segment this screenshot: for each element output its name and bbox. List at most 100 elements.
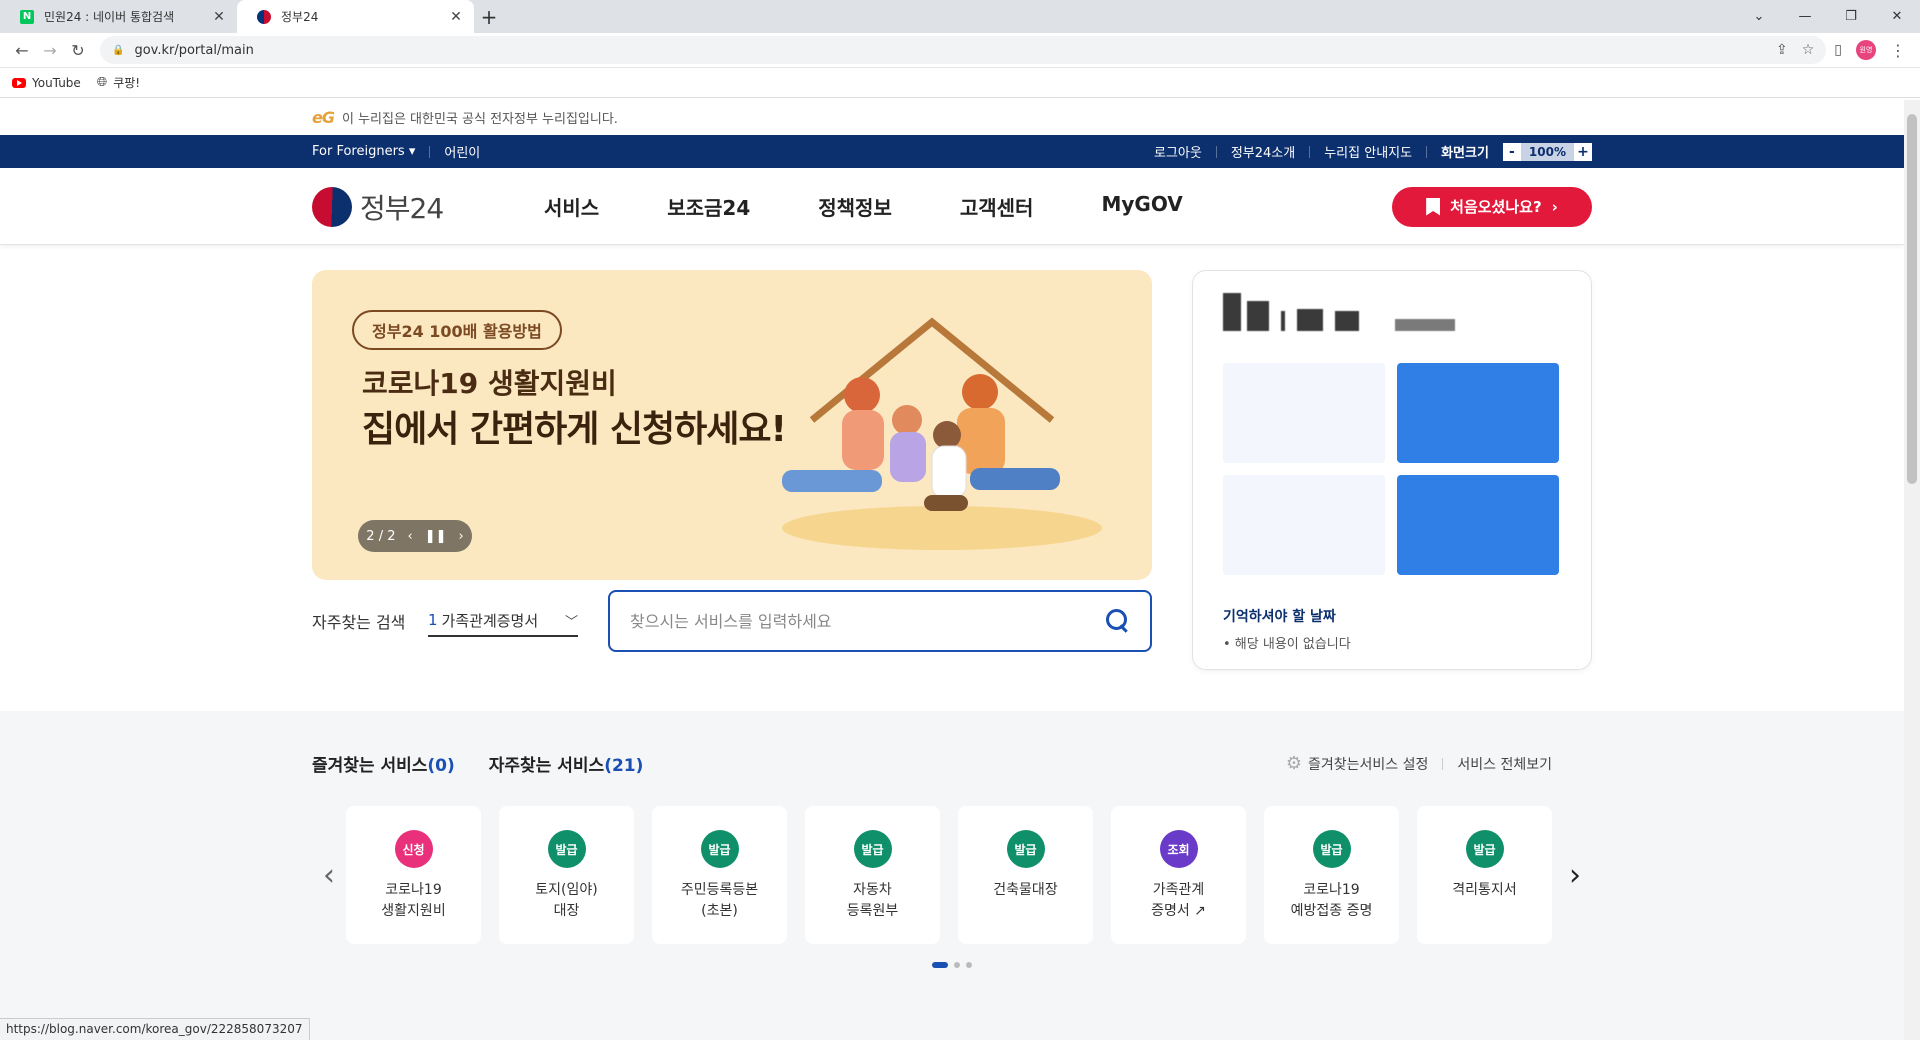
back-icon[interactable]: ← [8, 41, 36, 60]
family-illustration [782, 317, 1102, 550]
service-card[interactable]: 발급 주민등록등본 (초본) [652, 806, 787, 944]
service-card[interactable]: 발급 격리통지서 [1417, 806, 1552, 944]
divider [1426, 145, 1428, 158]
avatar[interactable]: 원영 [1856, 40, 1876, 60]
carousel-prev-button[interactable]: ‹ [312, 858, 346, 893]
sitemap-link[interactable]: 누리집 안내지도 [1324, 142, 1412, 161]
promo-banner[interactable]: 정부24 100배 활용방법 코로나19 생활지원비 집에서 간편하게 신청하세… [312, 270, 1152, 580]
service-card[interactable]: 조회가족관계 증명서 ↗ [1111, 806, 1246, 944]
divider [1309, 145, 1311, 158]
favorite-settings-link[interactable]: 즐겨찾는서비스 설정 [1308, 754, 1428, 774]
gov-icon [257, 9, 271, 24]
tab-title: 정부24 [281, 10, 319, 24]
url-field[interactable]: 🔒 gov.kr/portal/main ⇪ ☆ [100, 36, 1827, 64]
status-url: https://blog.naver.com/korea_gov/2228580… [0, 1018, 310, 1040]
kids-link[interactable]: 어린이 [444, 142, 480, 161]
tab-frequent-services[interactable]: 자주찾는 서비스(21) [489, 751, 644, 776]
banner-page-indicator: 2 / 2 [366, 528, 396, 544]
page-scrollbar[interactable] [1904, 100, 1920, 1040]
address-bar: ← → ↻ 🔒 gov.kr/portal/main ⇪ ☆ ▯ 원영 ⋮ [0, 33, 1920, 68]
service-card[interactable]: 발급 코로나19 예방접종 증명 [1264, 806, 1399, 944]
carousel-dots [312, 962, 1592, 968]
eg-logo: eG [312, 108, 335, 127]
side-panel-icon[interactable]: ▯ [1834, 42, 1842, 58]
banner-next-button[interactable]: › [458, 529, 463, 544]
tab-favorite-services[interactable]: 즐겨찾는 서비스(0) [312, 751, 455, 776]
restore-button[interactable]: ❐ [1828, 0, 1874, 33]
service-card[interactable]: 신청 코로나19 생활지원비 [346, 806, 481, 944]
quick-tile[interactable] [1397, 363, 1559, 463]
service-name: 가족관계 증명서 ↗ [1151, 882, 1206, 919]
bookmark-label: 쿠팡! [113, 76, 141, 90]
bookmark-coupang[interactable]: 🌐︎ 쿠팡! [97, 74, 140, 91]
for-foreigners-link[interactable]: For Foreigners ▾ [312, 144, 415, 159]
view-all-services-link[interactable]: 서비스 전체보기 [1457, 754, 1552, 774]
divider [1215, 145, 1217, 158]
browser-tabbar: N 민원24 : 네이버 통합검색 ✕ 정부24 ✕ + ⌄ — ❐ ✕ [0, 0, 1920, 33]
more-menu-icon[interactable]: ⋮ [1890, 41, 1906, 60]
zoom-control: - 100% + [1502, 142, 1592, 161]
search-input[interactable] [630, 611, 1106, 631]
utility-bar: For Foreigners ▾ 어린이 로그아웃 정부24소개 누리집 안내지… [0, 135, 1904, 168]
important-dates-title: 기억하셔야 할 날짜 [1223, 609, 1336, 625]
quick-tile[interactable] [1223, 363, 1385, 463]
service-card[interactable]: 발급 토지(임야) 대장 [499, 806, 634, 944]
close-window-button[interactable]: ✕ [1874, 0, 1920, 33]
bookmark-youtube[interactable]: YouTube [12, 76, 81, 90]
main-menu: 서비스 보조금24 정책정보 고객센터 MyGOV [544, 192, 1183, 221]
page-viewport: eG 이 누리집은 대한민국 공식 전자정부 누리집입니다. For Forei… [0, 100, 1904, 1040]
carousel-dot[interactable] [954, 962, 960, 968]
tab-count: (0) [427, 756, 455, 776]
bookmarks-bar: YouTube 🌐︎ 쿠팡! [0, 68, 1920, 98]
site-logo[interactable]: 정부24 [312, 186, 544, 227]
menu-service[interactable]: 서비스 [544, 192, 599, 221]
share-icon[interactable]: ⇪ [1776, 42, 1788, 58]
services-section: 즐겨찾는 서비스(0) 자주찾는 서비스(21) ⚙ 즐겨찾는서비스 설정 서비… [0, 711, 1904, 1040]
quick-tile[interactable] [1397, 475, 1559, 575]
first-visit-button[interactable]: 처음오셨나요? › [1392, 186, 1592, 227]
banner-line1: 코로나19 생활지원비 [362, 367, 617, 400]
zoom-label: 화면크기 [1441, 146, 1489, 161]
logo-text: 정부24 [360, 191, 444, 225]
carousel-next-button[interactable]: › [1558, 858, 1592, 893]
banner-slide-control: 2 / 2 ‹ ❚❚ › [358, 520, 472, 552]
window-controls: ⌄ — ❐ ✕ [1736, 0, 1920, 33]
star-icon[interactable]: ☆ [1802, 42, 1815, 58]
carousel-dot[interactable] [966, 962, 972, 968]
official-notice-text: 이 누리집은 대한민국 공식 전자정부 누리집입니다. [341, 112, 618, 127]
zoom-in-button[interactable]: + [1574, 142, 1592, 161]
scroll-thumb[interactable] [1907, 114, 1917, 484]
service-badge: 조회 [1159, 830, 1198, 868]
menu-mygov[interactable]: MyGOV [1101, 192, 1182, 221]
tab-search-icon[interactable]: ⌄ [1736, 0, 1782, 33]
menu-customer-center[interactable]: 고객센터 [960, 192, 1034, 221]
minimize-button[interactable]: — [1782, 0, 1828, 33]
important-dates-note: • 해당 내용이 없습니다 [1223, 637, 1351, 652]
frequent-search-select[interactable]: 1 가족관계증명서 ﹀ [428, 605, 578, 637]
banner-prev-button[interactable]: ‹ [407, 529, 412, 544]
search-icon[interactable] [1106, 609, 1130, 633]
service-card[interactable]: 발급 자동차 등록원부 [805, 806, 940, 944]
new-tab-button[interactable]: + [474, 0, 504, 33]
menu-policy[interactable]: 정책정보 [818, 192, 892, 221]
browser-tab-gov24[interactable]: 정부24 ✕ [237, 0, 474, 33]
banner-line2: 집에서 간편하게 신청하세요! [362, 409, 787, 450]
menu-subsidy24[interactable]: 보조금24 [667, 192, 750, 221]
service-name: 건축물대장 [993, 882, 1058, 898]
service-name: 자동차 등록원부 [846, 882, 899, 919]
carousel-dot[interactable] [932, 962, 948, 968]
about-link[interactable]: 정부24소개 [1231, 142, 1295, 161]
close-icon[interactable]: ✕ [211, 9, 227, 25]
chevron-down-icon: ﹀ [564, 614, 578, 630]
logout-link[interactable]: 로그아웃 [1154, 142, 1202, 161]
close-icon[interactable]: ✕ [448, 9, 464, 25]
service-name: 토지(임야) 대장 [535, 882, 598, 919]
service-name: 주민등록등본 (초본) [680, 882, 759, 919]
quick-tile[interactable] [1223, 475, 1385, 575]
reload-icon[interactable]: ↻ [64, 41, 92, 60]
forward-icon[interactable]: → [36, 41, 64, 60]
browser-tab-naver[interactable]: N 민원24 : 네이버 통합검색 ✕ [0, 0, 237, 33]
zoom-out-button[interactable]: - [1502, 142, 1521, 161]
service-card[interactable]: 발급 건축물대장 [958, 806, 1093, 944]
banner-pause-button[interactable]: ❚❚ [425, 529, 447, 544]
